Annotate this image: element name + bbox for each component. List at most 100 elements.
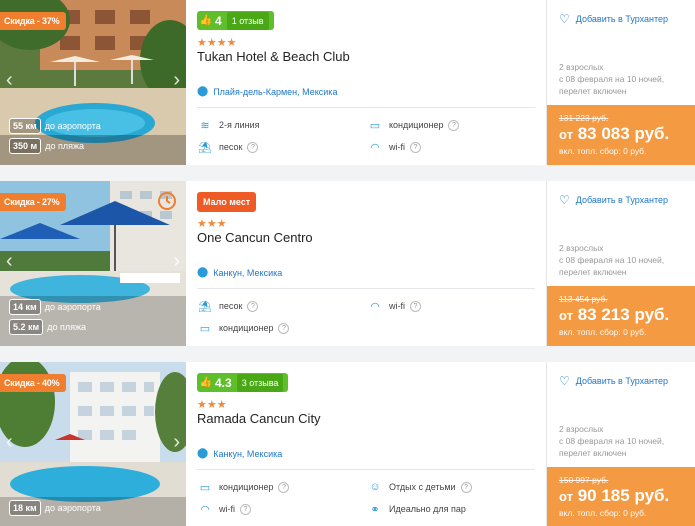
dates-text: с 08 февраля на 10 ночей, — [559, 436, 665, 446]
trip-details: 2 взрослых с 08 февраля на 10 ночей, пер… — [559, 242, 664, 278]
distance-label: до аэропорта — [44, 121, 101, 131]
amenity-item: ◠ wi-fi ? — [197, 503, 251, 516]
map-pin-icon: ⬤ — [197, 86, 209, 97]
current-price: от 90 185 руб. — [559, 486, 669, 506]
favorite-label: Добавить в Турхантер — [575, 195, 669, 205]
hotel-photo[interactable]: Скидка - 40% ‹ › 18 км до аэропорта — [0, 362, 186, 526]
hotel-location[interactable]: ⬤ Канкун, Мексика — [197, 267, 282, 278]
air-conditioner-icon: ▭ — [369, 119, 381, 132]
hotel-location[interactable]: ⬤ Канкун, Мексика — [197, 448, 282, 459]
photo-next-arrow-icon[interactable]: › — [173, 70, 180, 90]
discount-badge: Скидка - 27% — [0, 193, 67, 211]
add-to-favorites-button[interactable]: ♡ Добавить в Турхантер — [559, 374, 668, 388]
hotel-name[interactable]: Ramada Cancun City — [197, 411, 321, 426]
help-icon[interactable]: ? — [278, 481, 290, 493]
rating-badge[interactable]: 👍 4.3 3 отзыва — [197, 373, 289, 392]
help-icon[interactable]: ? — [410, 300, 421, 312]
map-pin-icon: ⬤ — [197, 267, 209, 278]
amenity-item: ▭ кондиционер ? — [367, 119, 460, 132]
flight-text: перелет включен — [559, 267, 627, 277]
amenity-label: кондиционер — [219, 323, 274, 333]
help-icon[interactable]: ? — [278, 322, 290, 334]
distance-label: до пляжа — [47, 322, 86, 332]
amenity-item: ≋ 2-я линия — [197, 119, 259, 132]
heart-icon: ♡ — [559, 193, 570, 207]
trip-details: 2 взрослых с 08 февраля на 10 ночей, пер… — [559, 423, 664, 459]
price-block[interactable]: 113 454 руб. от 83 213 руб. вкл. топл. с… — [547, 286, 695, 346]
amenity-item: ▭ кондиционер ? — [197, 481, 290, 494]
thumbs-up-icon: 👍 — [199, 15, 213, 26]
divider — [197, 288, 535, 289]
rating-score: 4 — [215, 13, 222, 28]
photo-prev-arrow-icon[interactable]: ‹ — [6, 251, 13, 271]
flight-text: перелет включен — [559, 448, 627, 458]
hotel-photo[interactable]: Скидка - 27% ‹ › 14 км до аэропорта 5.2 … — [0, 181, 186, 346]
distance-label: до аэропорта — [44, 503, 101, 513]
few-rooms-badge: Мало мест — [197, 192, 257, 212]
help-icon[interactable]: ? — [460, 481, 472, 493]
fuel-fee: вкл. топл. сбор: 0 руб. — [559, 508, 647, 518]
hotel-photo[interactable]: Скидка - 37% ‹ › 55 км до аэропорта 350 … — [0, 0, 186, 165]
hotel-card[interactable]: Скидка - 40% ‹ › 18 км до аэропорта 👍 4.… — [0, 362, 695, 526]
amenity-label: песок — [219, 142, 243, 152]
location-text: Плайя-дель-Кармен, Мексика — [213, 86, 338, 97]
rating-score: 4.3 — [215, 375, 232, 390]
hotel-info: 👍 4.3 3 отзыва ★★★ Ramada Cancun City ⬤ … — [197, 362, 537, 526]
star-rating: ★★★ — [197, 399, 227, 411]
amenity-item: ◠ wi-fi ? — [367, 141, 421, 154]
photo-prev-arrow-icon[interactable]: ‹ — [6, 70, 13, 90]
hotel-name[interactable]: Tukan Hotel & Beach Club — [197, 49, 350, 64]
photo-next-arrow-icon[interactable]: › — [173, 251, 180, 271]
amenity-label: кондиционер — [219, 482, 274, 492]
price-column: ♡ Добавить в Турхантер 2 взрослых с 08 ф… — [546, 0, 695, 165]
pax-text: 2 взрослых — [559, 243, 604, 253]
distance-value: 55 км — [9, 118, 41, 134]
amenity-label: wi-fi — [389, 301, 405, 311]
amenity-label: кондиционер — [389, 120, 444, 130]
beach-line-icon: ≋ — [200, 119, 210, 132]
add-to-favorites-button[interactable]: ♡ Добавить в Турхантер — [559, 193, 668, 207]
hotel-info: Мало мест ★★★ One Cancun Centro ⬤ Канкун… — [197, 181, 537, 346]
hotel-name[interactable]: One Cancun Centro — [197, 230, 313, 245]
amenity-item: ⛱ песок ? — [197, 141, 259, 154]
hotel-card[interactable]: Скидка - 27% ‹ › 14 км до аэропорта 5.2 … — [0, 181, 695, 346]
flight-text: перелет включен — [559, 86, 627, 96]
photo-next-arrow-icon[interactable]: › — [173, 432, 180, 452]
location-text: Канкун, Мексика — [213, 267, 283, 278]
help-icon[interactable]: ? — [410, 141, 421, 153]
location-text: Канкун, Мексика — [213, 448, 283, 459]
price-value: 83 083 руб. — [577, 124, 670, 143]
divider — [197, 107, 535, 108]
sand-icon: ⛱ — [198, 300, 212, 313]
old-price: 131 223 руб. — [559, 113, 609, 123]
photo-prev-arrow-icon[interactable]: ‹ — [6, 432, 13, 452]
rating-badge[interactable]: 👍 4 1 отзыв — [197, 11, 274, 30]
price-block[interactable]: 131 223 руб. от 83 083 руб. вкл. топл. с… — [547, 105, 695, 165]
distance-value: 18 км — [9, 500, 41, 516]
price-prefix: от — [559, 127, 573, 142]
card-separator — [0, 346, 695, 362]
divider — [197, 469, 535, 470]
trip-details: 2 взрослых с 08 февраля на 10 ночей, пер… — [559, 61, 664, 97]
amenity-label: wi-fi — [219, 504, 235, 514]
amenity-item: ⚭ Идеально для пар — [367, 503, 466, 516]
hotel-list: Скидка - 37% ‹ › 55 км до аэропорта 350 … — [0, 0, 695, 526]
price-column: ♡ Добавить в Турхантер 2 взрослых с 08 ф… — [546, 362, 695, 526]
price-value: 90 185 руб. — [577, 486, 670, 505]
amenity-item: ⛱ песок ? — [197, 300, 259, 313]
amenity-item: ▭ кондиционер ? — [197, 322, 290, 335]
help-icon[interactable]: ? — [247, 300, 259, 312]
current-price: от 83 213 руб. — [559, 305, 669, 325]
price-block[interactable]: 150 997 руб. от 90 185 руб. вкл. топл. с… — [547, 467, 695, 526]
price-prefix: от — [559, 489, 573, 504]
help-icon[interactable]: ? — [247, 141, 259, 153]
sand-icon: ⛱ — [198, 141, 212, 154]
help-icon[interactable]: ? — [448, 119, 460, 131]
help-icon[interactable]: ? — [240, 503, 251, 515]
add-to-favorites-button[interactable]: ♡ Добавить в Турхантер — [559, 12, 668, 26]
hotel-card[interactable]: Скидка - 37% ‹ › 55 км до аэропорта 350 … — [0, 0, 695, 165]
favorite-label: Добавить в Турхантер — [575, 376, 669, 386]
distance-label: до пляжа — [45, 141, 84, 151]
old-price: 113 454 руб. — [559, 294, 608, 304]
hotel-location[interactable]: ⬤ Плайя-дель-Кармен, Мексика — [197, 86, 337, 97]
